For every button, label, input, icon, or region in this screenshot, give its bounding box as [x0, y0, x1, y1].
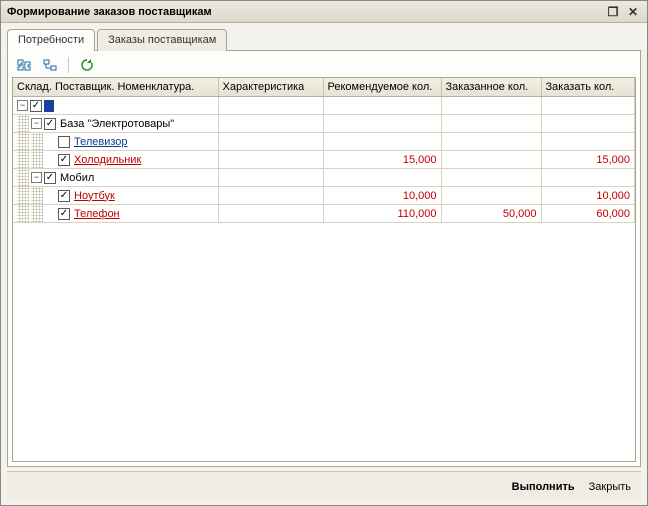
- cell-characteristic[interactable]: [218, 133, 323, 151]
- cell-ordered[interactable]: [441, 151, 541, 169]
- tree-guide: [17, 115, 29, 132]
- cell-to-order[interactable]: 60,000: [541, 205, 635, 223]
- col-header-char[interactable]: Характеристика: [218, 78, 323, 97]
- collapse-icon[interactable]: −: [17, 100, 28, 111]
- window-title: Формирование заказов поставщикам: [7, 6, 601, 18]
- grid: Склад. Поставщик. Номенклатура. Характер…: [12, 77, 636, 462]
- close-icon[interactable]: ✕: [625, 5, 641, 19]
- cell-to-order[interactable]: 15,000: [541, 151, 635, 169]
- checkbox[interactable]: [58, 208, 70, 220]
- grid-header-row: Склад. Поставщик. Номенклатура. Характер…: [13, 78, 635, 97]
- tree-guide: [31, 133, 43, 150]
- collapse-icon[interactable]: −: [31, 118, 42, 129]
- cell-ordered[interactable]: [441, 169, 541, 187]
- grid-table: Склад. Поставщик. Номенклатура. Характер…: [13, 78, 635, 223]
- table-row[interactable]: Ноутбук 10,000 10,000: [13, 187, 635, 205]
- cell-recommended[interactable]: [323, 133, 441, 151]
- restore-icon[interactable]: ❐: [605, 5, 621, 19]
- cell-ordered[interactable]: [441, 97, 541, 115]
- titlebar: Формирование заказов поставщикам ❐ ✕: [1, 1, 647, 23]
- row-label[interactable]: Ноутбук: [72, 190, 115, 202]
- cell-recommended[interactable]: 10,000: [323, 187, 441, 205]
- checkbox[interactable]: [58, 136, 70, 148]
- cell-recommended[interactable]: 15,000: [323, 151, 441, 169]
- tree-guide: [17, 133, 29, 150]
- grid-empty-area: [13, 223, 635, 461]
- execute-button[interactable]: Выполнить: [512, 481, 575, 493]
- col-header-recommended[interactable]: Рекомендуемое кол.: [323, 78, 441, 97]
- tab-needs[interactable]: Потребности: [7, 29, 95, 51]
- cell-to-order[interactable]: 10,000: [541, 187, 635, 205]
- row-label[interactable]: База "Электротовары": [58, 118, 174, 130]
- col-header-to-order[interactable]: Заказать кол.: [541, 78, 635, 97]
- row-label[interactable]: Холодильник: [72, 154, 141, 166]
- cell-ordered[interactable]: [441, 133, 541, 151]
- toolbar: [12, 55, 636, 77]
- row-label[interactable]: Мобил: [58, 172, 94, 184]
- close-button[interactable]: Закрыть: [589, 481, 631, 493]
- cell-characteristic[interactable]: [218, 169, 323, 187]
- collapse-icon[interactable]: −: [31, 172, 42, 183]
- cell-ordered[interactable]: 50,000: [441, 205, 541, 223]
- tab-orders[interactable]: Заказы поставщикам: [97, 29, 227, 51]
- tab-panel-needs: Склад. Поставщик. Номенклатура. Характер…: [7, 50, 641, 467]
- table-row[interactable]: Телевизор: [13, 133, 635, 151]
- cell-recommended[interactable]: [323, 97, 441, 115]
- toolbar-separator: [68, 57, 69, 73]
- cell-ordered[interactable]: [441, 115, 541, 133]
- row-label[interactable]: Телефон: [72, 208, 120, 220]
- checkbox[interactable]: [58, 154, 70, 166]
- tree-guide: [31, 187, 43, 204]
- checkbox[interactable]: [44, 172, 56, 184]
- checkbox[interactable]: [30, 100, 42, 112]
- cell-to-order[interactable]: [541, 115, 635, 133]
- selection-marker: [44, 100, 54, 112]
- cell-recommended[interactable]: 110,000: [323, 205, 441, 223]
- table-row[interactable]: −: [13, 97, 635, 115]
- tab-strip: Потребности Заказы поставщикам: [7, 29, 641, 51]
- row-label[interactable]: Телевизор: [72, 136, 128, 148]
- footer: Выполнить Закрыть: [7, 471, 641, 501]
- cell-characteristic[interactable]: [218, 97, 323, 115]
- tree-guide: [31, 205, 43, 222]
- tab-needs-label: Потребности: [18, 34, 84, 46]
- cell-recommended[interactable]: [323, 115, 441, 133]
- table-row[interactable]: − База "Электротовары": [13, 115, 635, 133]
- col-header-ordered[interactable]: Заказанное кол.: [441, 78, 541, 97]
- checkbox[interactable]: [58, 190, 70, 202]
- window: Формирование заказов поставщикам ❐ ✕ Пот…: [0, 0, 648, 506]
- table-row[interactable]: Телефон 110,00050,00060,000: [13, 205, 635, 223]
- cell-characteristic[interactable]: [218, 115, 323, 133]
- cell-characteristic[interactable]: [218, 187, 323, 205]
- cell-to-order[interactable]: [541, 97, 635, 115]
- table-row[interactable]: Холодильник 15,000 15,000: [13, 151, 635, 169]
- checkbox[interactable]: [44, 118, 56, 130]
- tree-guide: [17, 151, 29, 168]
- tab-orders-label: Заказы поставщикам: [108, 34, 216, 46]
- tree-guide: [17, 187, 29, 204]
- cell-to-order[interactable]: [541, 169, 635, 187]
- col-header-tree[interactable]: Склад. Поставщик. Номенклатура.: [13, 78, 218, 97]
- tree-guide: [17, 169, 29, 186]
- expand-tree-icon[interactable]: [14, 56, 34, 74]
- tree-guide: [17, 205, 29, 222]
- table-row[interactable]: − Мобил: [13, 169, 635, 187]
- client-area: Потребности Заказы поставщикам: [1, 23, 647, 505]
- cell-recommended[interactable]: [323, 169, 441, 187]
- tree-guide: [31, 151, 43, 168]
- cell-characteristic[interactable]: [218, 205, 323, 223]
- collapse-tree-icon[interactable]: [40, 56, 60, 74]
- cell-ordered[interactable]: [441, 187, 541, 205]
- cell-characteristic[interactable]: [218, 151, 323, 169]
- cell-to-order[interactable]: [541, 133, 635, 151]
- refresh-icon[interactable]: [77, 56, 97, 74]
